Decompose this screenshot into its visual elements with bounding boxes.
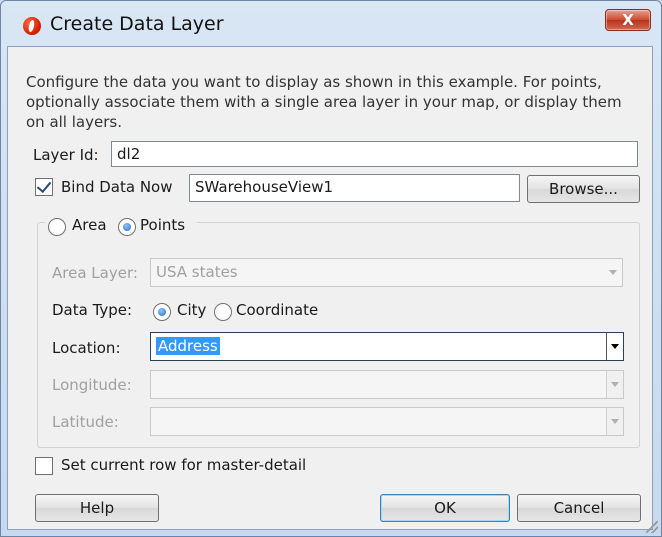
longitude-label: Longitude: [52, 376, 132, 394]
area-layer-dropdown[interactable] [605, 259, 622, 286]
city-radio[interactable] [153, 303, 171, 321]
area-layer-select[interactable]: USA states [150, 258, 623, 287]
points-radio[interactable] [118, 218, 136, 236]
location-dropdown[interactable] [606, 333, 623, 360]
description-text: Configure the data you want to display a… [26, 73, 622, 131]
points-radio-label: Points [140, 216, 186, 234]
location-value: Address [156, 337, 220, 355]
coordinate-radio-label: Coordinate [236, 301, 319, 319]
chevron-down-icon [611, 382, 619, 387]
area-layer-label: Area Layer: [52, 264, 138, 282]
longitude-dropdown[interactable] [606, 371, 623, 398]
chevron-down-icon [611, 419, 619, 424]
resize-grip[interactable] [646, 521, 658, 533]
area-radio-label: Area [72, 216, 107, 234]
help-button[interactable]: Help [35, 494, 159, 522]
latitude-select[interactable] [150, 407, 624, 436]
cancel-button[interactable]: Cancel [517, 494, 641, 522]
bind-data-now-label: Bind Data Now [61, 178, 173, 196]
coordinate-radio[interactable] [214, 303, 232, 321]
area-layer-value: USA states [156, 263, 238, 281]
bind-data-now-checkbox[interactable] [35, 178, 53, 196]
location-label: Location: [52, 339, 121, 357]
browse-button[interactable]: Browse... [527, 175, 640, 203]
chevron-down-icon [609, 270, 617, 275]
city-radio-label: City [177, 301, 207, 319]
area-radio[interactable] [48, 218, 66, 236]
data-source-input[interactable]: SWarehouseView1 [189, 174, 520, 202]
chevron-down-icon [611, 344, 619, 349]
ok-button[interactable]: OK [380, 494, 510, 522]
latitude-label: Latitude: [52, 413, 119, 431]
latitude-dropdown[interactable] [606, 408, 623, 435]
location-select[interactable]: Address [150, 332, 624, 361]
master-detail-label: Set current row for master-detail [61, 456, 307, 474]
data-type-label: Data Type: [52, 301, 133, 319]
dialog-title: Create Data Layer [50, 13, 224, 35]
close-button[interactable]: X [605, 9, 651, 31]
master-detail-checkbox[interactable] [35, 457, 53, 475]
oracle-app-icon [23, 17, 41, 35]
longitude-select[interactable] [150, 370, 624, 399]
title-bar[interactable]: Create Data Layer X [1, 1, 661, 47]
layer-id-input[interactable]: dl2 [111, 141, 638, 167]
layer-id-label: Layer Id: [33, 146, 99, 164]
